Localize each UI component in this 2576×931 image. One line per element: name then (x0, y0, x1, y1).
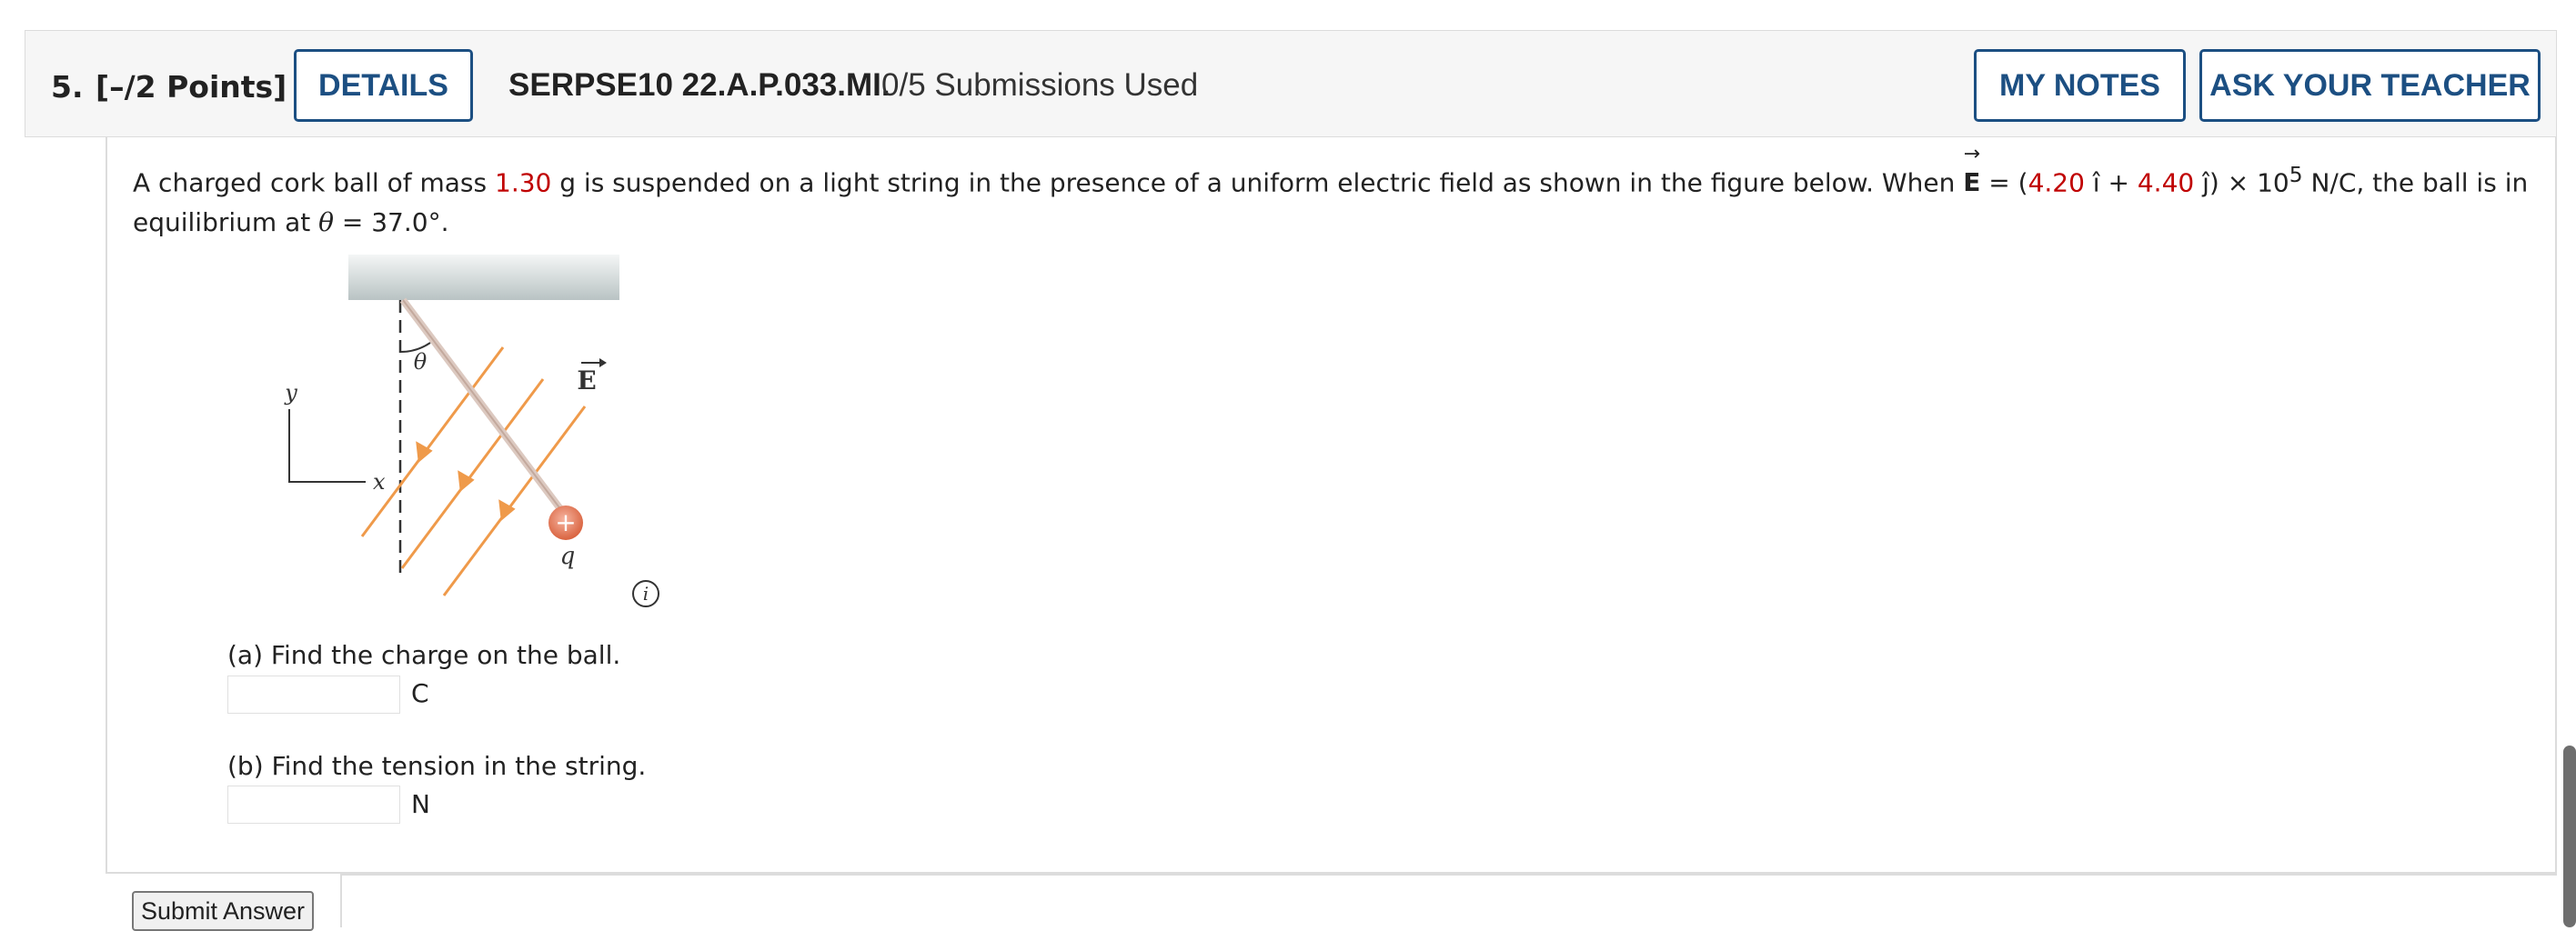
e-letter: E (1963, 167, 1981, 198)
scrollbar[interactable] (2563, 746, 2576, 927)
coordinate-axes (288, 409, 366, 483)
theta-symbol: θ (318, 207, 334, 238)
field-x-value: 4.20 (2028, 167, 2085, 198)
ceiling (348, 255, 619, 300)
problem-text-3: = ( (1980, 167, 2028, 198)
my-notes-button[interactable]: MY NOTES (1974, 49, 2186, 122)
field-lines (360, 346, 587, 596)
question-code: SERPSE10 22.A.P.033.MI. (508, 67, 891, 103)
submissions-used: 0/5 Submissions Used (881, 67, 1199, 103)
e-label: E (577, 365, 596, 395)
problem-text-5: = 37.0°. (333, 207, 449, 238)
theta-label: θ (414, 349, 428, 375)
charge-unit: C (411, 678, 429, 708)
info-icon[interactable]: i (632, 580, 659, 607)
electric-field-symbol: → E (1963, 145, 1981, 203)
part-a-label: (a) Find the charge on the ball. (227, 640, 621, 670)
part-b-label: (b) Find the tension in the string. (227, 751, 647, 781)
plus-sign: + (555, 507, 576, 537)
submit-answer-button[interactable]: Submit Answer (132, 891, 314, 931)
pendulum-figure: + q θ E y x (284, 255, 619, 596)
e-field-label: E (577, 358, 607, 395)
vector-arrow-icon: → (1963, 143, 1981, 166)
charge-answer-input[interactable] (227, 676, 400, 714)
exponent: 5 (2289, 162, 2303, 187)
x-axis-label: x (373, 469, 386, 495)
problem-statement: A charged cork ball of mass 1.30 g is su… (133, 145, 2534, 243)
problem-text-1: A charged cork ball of mass (133, 167, 495, 198)
tension-unit: N (411, 789, 430, 819)
charge-label: q (560, 543, 576, 570)
j-hat: ĵ) × 10 (2194, 167, 2289, 198)
y-axis-label: y (284, 380, 297, 405)
problem-text-2: g is suspended on a light string in the … (551, 167, 1964, 198)
field-y-value: 4.40 (2137, 167, 2195, 198)
question-points: [–/2 Points] (96, 69, 287, 105)
i-hat: î + (2084, 167, 2138, 198)
tension-answer-input[interactable] (227, 786, 400, 824)
details-button[interactable]: DETAILS (294, 49, 473, 122)
mass-value: 1.30 (495, 167, 552, 198)
ask-teacher-button[interactable]: ASK YOUR TEACHER (2199, 49, 2541, 122)
question-number: 5. (51, 69, 84, 105)
submit-area-divider (340, 874, 2557, 927)
